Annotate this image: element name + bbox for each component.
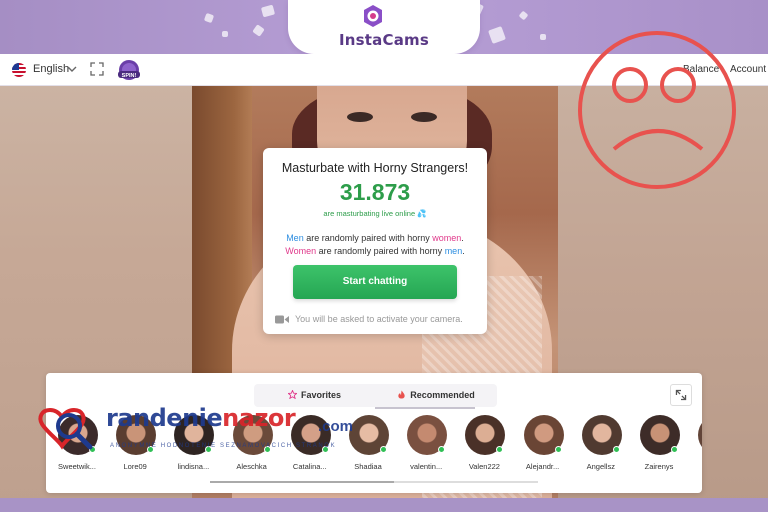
model-name[interactable]: Sweetwik... xyxy=(46,462,108,471)
online-count-caption: are masturbating live online 💦 xyxy=(263,209,487,218)
signup-card: Masturbate with Horny Strangers! 31.873 … xyxy=(263,148,487,334)
confetti xyxy=(260,4,276,18)
tab-recommended-label: Recommended xyxy=(410,390,475,400)
spin-label[interactable]: SPIN! xyxy=(122,73,137,79)
model-name[interactable]: Valen222 xyxy=(453,462,515,471)
watermark-tagline: ANONYMNÉ HODNOTENIE SEZNAMOVACÍCH STRÁNO… xyxy=(110,443,337,449)
bottom-strip xyxy=(0,498,768,512)
language-selector[interactable]: English xyxy=(33,63,69,75)
confetti xyxy=(252,24,265,37)
expand-icon[interactable] xyxy=(670,384,692,406)
model-name[interactable]: lindisna... xyxy=(162,462,224,471)
online-count-suffix: are masturbating live online xyxy=(323,209,416,218)
watermark-part2: nazor xyxy=(222,404,296,432)
tab-favorites-label: Favorites xyxy=(300,390,342,400)
active-tab-indicator xyxy=(375,407,475,409)
confetti xyxy=(488,26,506,44)
online-count: 31.873 xyxy=(339,179,411,205)
us-flag-icon[interactable] xyxy=(12,63,26,77)
pairing-line-men: Men are randomly paired with horny women… xyxy=(263,233,487,243)
confetti xyxy=(222,31,228,37)
camera-note: You will be asked to activate your camer… xyxy=(295,314,463,324)
tab-recommended[interactable]: Recommended xyxy=(375,384,497,407)
watermark-text: randenienazor xyxy=(106,404,296,432)
model-avatar[interactable] xyxy=(698,415,702,455)
pairing-line-women: Women are randomly paired with horny men… xyxy=(263,246,487,256)
online-status-dot xyxy=(671,446,678,453)
carousel-scroll-thumb[interactable] xyxy=(210,481,394,483)
start-chatting-button[interactable]: Start chatting xyxy=(293,265,457,299)
brand-name[interactable]: InstaCams xyxy=(288,31,480,49)
word-women: Women xyxy=(285,246,317,256)
word-women: women xyxy=(432,233,462,243)
confetti xyxy=(203,12,215,24)
online-status-dot xyxy=(612,446,620,453)
confetti xyxy=(518,10,529,21)
spin-wheel-icon[interactable]: SPIN! xyxy=(116,59,142,81)
model-name[interactable]: Catalina... xyxy=(279,462,341,471)
confetti xyxy=(540,34,546,40)
card-headline: Masturbate with Horny Strangers! xyxy=(281,161,469,175)
model-name[interactable]: Angellsz xyxy=(570,462,632,471)
camera-icon xyxy=(275,315,289,324)
droplets-icon: 💦 xyxy=(417,209,427,218)
sad-face-icon xyxy=(578,31,736,189)
watermark-part1: randenie xyxy=(106,404,223,432)
online-status-dot xyxy=(554,446,562,453)
word-men: men xyxy=(444,246,463,256)
pairing-text: are randomly paired with horny xyxy=(303,233,433,243)
online-status-dot xyxy=(496,446,504,453)
period: . xyxy=(462,246,465,256)
video-eye xyxy=(347,112,373,122)
model-name[interactable]: Alejandr... xyxy=(512,462,574,471)
model-name[interactable]: A xyxy=(686,462,702,471)
flame-icon xyxy=(398,390,405,399)
word-men: Men xyxy=(286,233,304,243)
online-status-dot xyxy=(380,446,387,453)
model-name[interactable]: valentin... xyxy=(395,462,457,471)
video-eye xyxy=(411,112,437,122)
chevron-down-icon[interactable] xyxy=(67,64,77,74)
period: . xyxy=(461,233,464,243)
model-name[interactable]: Aleschka xyxy=(221,462,283,471)
model-name[interactable]: Lore09 xyxy=(104,462,166,471)
star-icon xyxy=(287,390,297,399)
brand-logo-icon xyxy=(364,5,382,27)
pairing-text: are randomly paired with horny xyxy=(316,246,445,256)
model-name[interactable]: Zairenys xyxy=(628,462,690,471)
model-name[interactable]: Shadiaa xyxy=(337,462,399,471)
online-status-dot xyxy=(438,446,446,453)
watermark-tld: .com xyxy=(318,418,354,435)
fullscreen-icon[interactable] xyxy=(90,62,104,76)
